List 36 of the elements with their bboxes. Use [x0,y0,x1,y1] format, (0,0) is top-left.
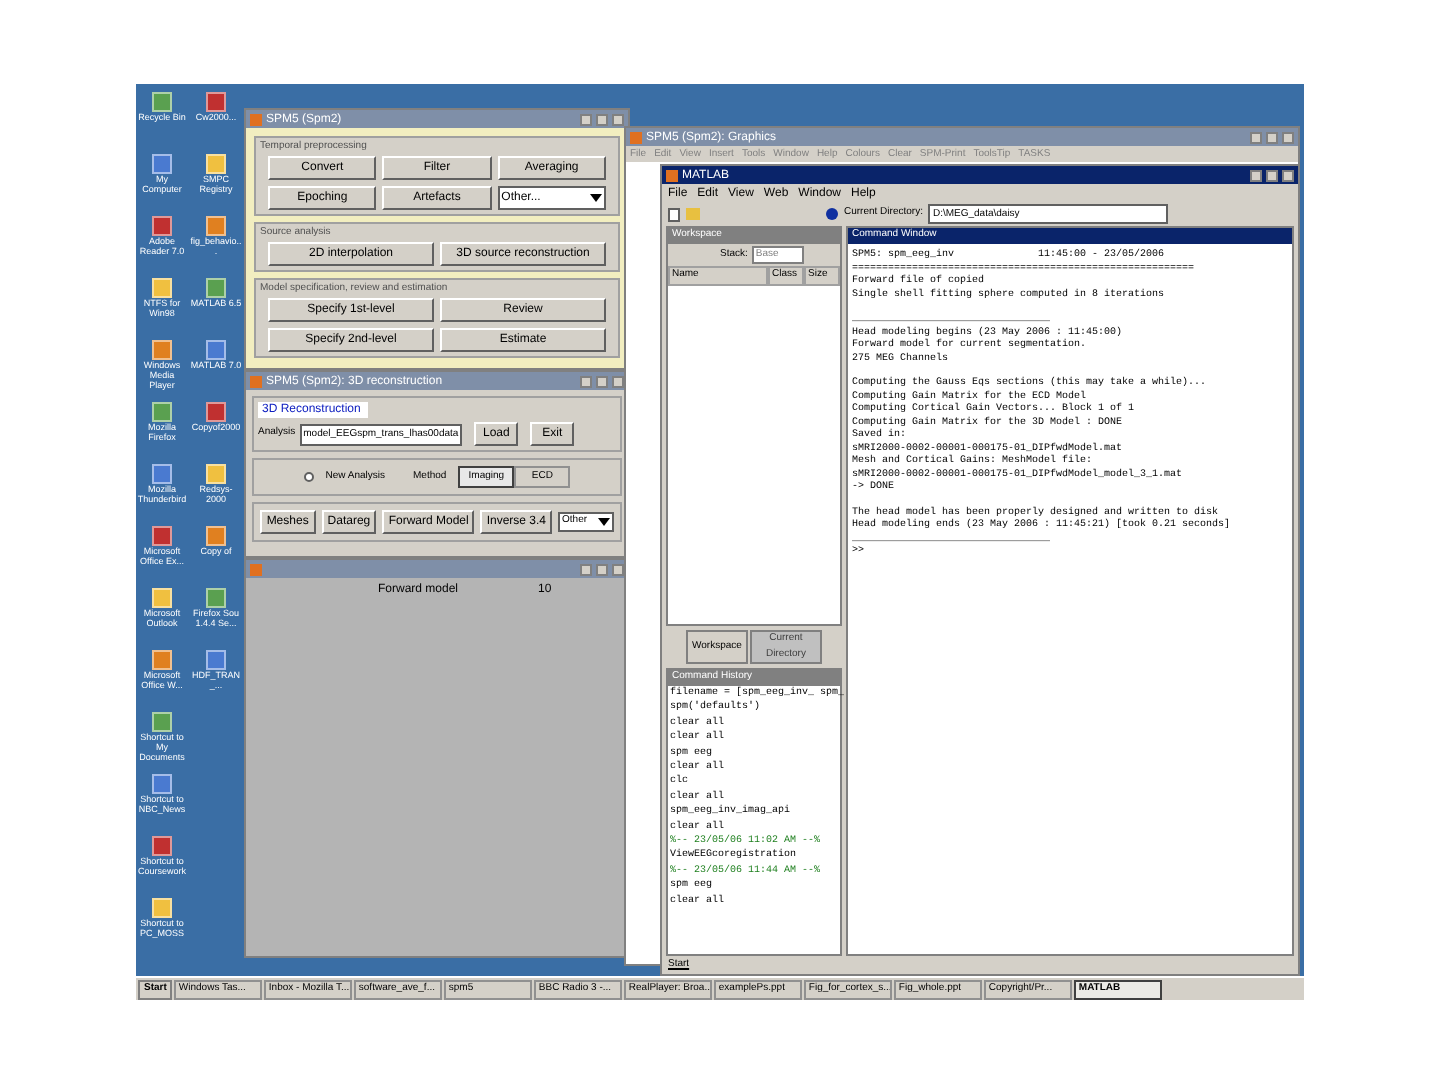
minimize-button[interactable] [1250,169,1262,181]
program-icon[interactable] [152,588,172,608]
maximize-button[interactable] [1266,169,1278,181]
program-icon[interactable] [206,650,226,670]
caret-icon [589,194,602,202]
program-icon[interactable] [206,216,226,236]
program-icon[interactable] [152,650,172,670]
program-icon[interactable] [206,92,226,112]
program-icon[interactable] [152,278,172,298]
matlab-logo-icon [250,375,262,387]
program-icon[interactable] [152,464,172,484]
program-icon[interactable] [206,464,226,484]
new-file-icon[interactable] [668,207,680,221]
radio-button[interactable] [303,472,314,482]
program-icon[interactable] [152,898,172,918]
matlab-logo-icon [250,563,262,575]
program-icon[interactable] [206,402,226,422]
matlab-logo-icon [666,169,678,181]
matlab-logo-icon [630,131,642,143]
program-icon[interactable] [206,526,226,546]
program-icon[interactable] [206,278,226,298]
program-icon[interactable] [152,92,172,112]
program-icon[interactable] [152,402,172,422]
matlab-logo-icon [250,113,262,125]
program-icon[interactable] [152,712,172,732]
program-icon[interactable] [152,836,172,856]
caret-icon [598,518,611,526]
program-icon[interactable] [206,588,226,608]
program-icon[interactable] [152,526,172,546]
program-icon[interactable] [206,154,226,174]
close-button[interactable] [1282,169,1294,181]
program-icon[interactable] [152,216,172,236]
program-icon[interactable] [152,154,172,174]
program-icon[interactable] [152,340,172,360]
program-icon[interactable] [206,340,226,360]
program-icon[interactable] [152,774,172,794]
